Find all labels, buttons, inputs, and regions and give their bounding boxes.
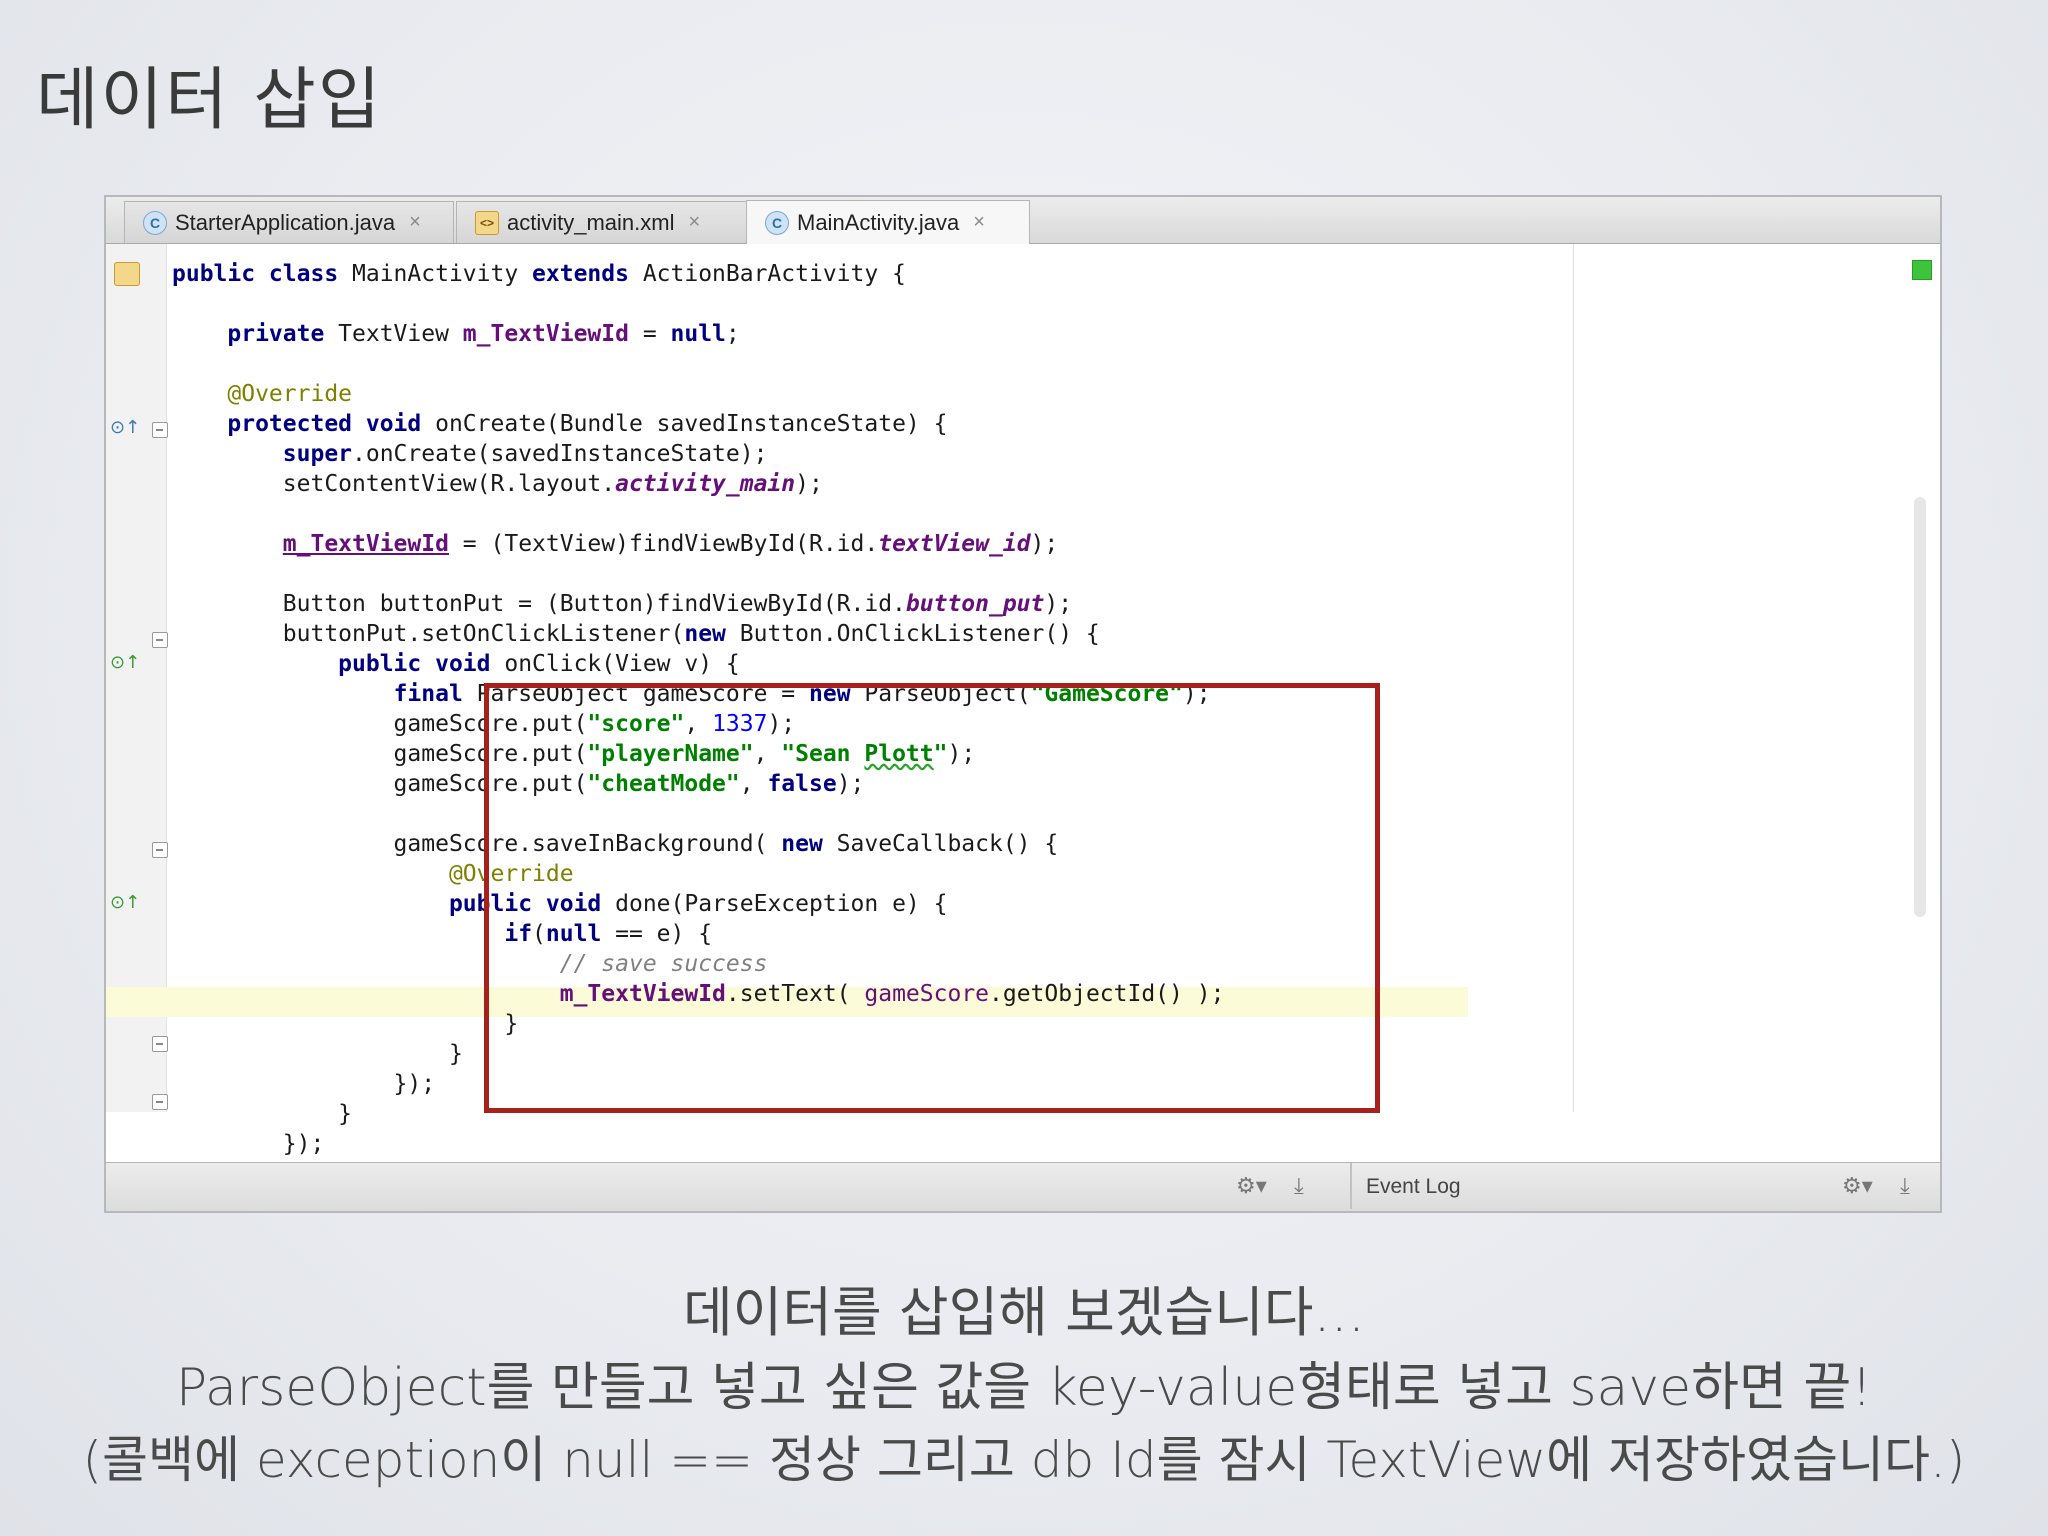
close-icon[interactable]: × — [409, 211, 421, 234]
caption-line-1: 데이터를 삽입해 보겠습니다... — [683, 1281, 1365, 1344]
settings-gear-icon[interactable]: ⚙▾ — [1842, 1173, 1873, 1199]
code-token: null — [670, 321, 726, 347]
code-token: final — [393, 681, 477, 707]
event-log-panel[interactable]: Event Log ⚙▾ ⤓ — [1350, 1163, 1942, 1209]
code-token: setContentView(R.layout. — [172, 471, 616, 497]
event-log-label: Event Log — [1366, 1175, 1461, 1198]
code-line: setContentView(R.layout.activity_main); — [172, 469, 1572, 499]
editor-scrollbar[interactable] — [1914, 497, 1926, 917]
tool-window-bar: ⚙▾ ⤓ Event Log ⚙▾ ⤓ — [106, 1162, 1940, 1211]
caption-line-2: ParseObject를 만들고 넣고 싶은 값을 key-value형태로 넣… — [175, 1358, 1873, 1418]
highlight-box — [484, 683, 1380, 1113]
code-token: = (TextView)findViewById(R.id. — [448, 531, 879, 557]
code-token: public void — [338, 651, 505, 677]
code-line: super.onCreate(savedInstanceState); — [172, 439, 1572, 469]
tab-label: activity_main.xml — [507, 209, 675, 235]
tab-label: StarterApplication.java — [175, 209, 396, 235]
code-token: textView_id — [878, 531, 1031, 557]
close-icon[interactable]: × — [688, 211, 700, 234]
fold-icon[interactable] — [152, 632, 168, 648]
code-line: }); — [172, 1129, 1572, 1159]
code-token: extends — [532, 261, 643, 287]
editor-tab-bar: C StarterApplication.java × <> activity_… — [106, 197, 1940, 244]
code-token: buttonPut.setOnClickListener( — [172, 621, 685, 647]
code-token: }); — [172, 1071, 436, 1097]
code-token: } — [172, 1041, 463, 1067]
code-line: public class MainActivity extends Action… — [172, 259, 1572, 289]
layout-file-icon[interactable] — [114, 262, 140, 286]
java-class-icon: C — [765, 210, 789, 235]
java-class-icon: C — [143, 210, 167, 235]
code-token: ; — [725, 321, 740, 347]
code-token: }); — [172, 1131, 325, 1157]
ide-window: C StarterApplication.java × <> activity_… — [104, 195, 1942, 1213]
code-token: m_TextViewId — [462, 321, 629, 347]
code-line: @Override — [172, 379, 1572, 409]
implement-marker-icon[interactable]: ⊙↑ — [110, 654, 140, 672]
code-token: @Override — [172, 381, 353, 407]
settings-gear-icon[interactable]: ⚙▾ — [1236, 1173, 1267, 1199]
code-token: public class — [172, 261, 353, 287]
code-line: m_TextViewId = (TextView)findViewById(R.… — [172, 529, 1572, 559]
tab-starter-application[interactable]: C StarterApplication.java × — [124, 201, 454, 243]
code-line: Button buttonPut = (Button)findViewById(… — [172, 589, 1572, 619]
code-line: private TextView m_TextViewId = null; — [172, 319, 1572, 349]
code-token: ); — [1030, 531, 1059, 557]
close-icon[interactable]: × — [973, 211, 985, 234]
code-token: activity_main — [615, 471, 796, 497]
code-token: new — [684, 621, 740, 647]
override-marker-icon[interactable]: ⊙↑ — [110, 419, 140, 437]
hide-panel-icon[interactable]: ⤓ — [1900, 1173, 1910, 1199]
tab-main-activity[interactable]: C MainActivity.java × — [746, 200, 1030, 244]
code-token: = — [628, 321, 671, 347]
fold-icon[interactable] — [152, 842, 168, 858]
code-token: protected void — [172, 411, 436, 437]
code-token: Button.OnClickListener() { — [739, 621, 1100, 647]
code-token: } — [172, 1011, 519, 1037]
code-token: ); — [1044, 591, 1073, 617]
fold-icon[interactable] — [152, 1094, 168, 1110]
code-token: } — [172, 1101, 353, 1127]
code-token: private — [172, 321, 339, 347]
code-token: button_put — [905, 591, 1045, 617]
right-margin-guide — [1573, 244, 1574, 1112]
tab-label: MainActivity.java — [797, 209, 960, 235]
code-line: protected void onCreate(Bundle savedInst… — [172, 409, 1572, 439]
implement-marker-icon[interactable]: ⊙↑ — [110, 894, 140, 912]
code-token: TextView — [338, 321, 463, 347]
hide-panel-icon[interactable]: ⤓ — [1294, 1173, 1304, 1199]
fold-icon[interactable] — [152, 422, 168, 438]
code-token: .onCreate(savedInstanceState); — [352, 441, 768, 467]
code-line: public void onClick(View v) { — [172, 649, 1572, 679]
slide-title: 데이터 삽입 — [36, 61, 383, 140]
code-line: buttonPut.setOnClickListener(new Button.… — [172, 619, 1572, 649]
code-token: onClick(View v) { — [504, 651, 740, 677]
xml-file-icon: <> — [475, 210, 499, 235]
code-token: Button buttonPut = (Button)findViewById(… — [172, 591, 906, 617]
code-token: m_TextViewId — [282, 531, 449, 557]
caption-line-3: (콜백에 exception이 null == 정상 그리고 db Id를 잠시… — [82, 1431, 1966, 1489]
code-token: super — [172, 441, 353, 467]
fold-icon[interactable] — [152, 1036, 168, 1052]
code-token: ActionBarActivity { — [642, 261, 906, 287]
editor-gutter: ⊙↑ ⊙↑ ⊙↑ — [106, 244, 168, 1112]
inspection-ok-indicator[interactable] — [1912, 260, 1932, 280]
code-token: ); — [795, 471, 823, 497]
code-token: onCreate(Bundle savedInstanceState) { — [435, 411, 948, 437]
code-token: MainActivity — [352, 261, 533, 287]
